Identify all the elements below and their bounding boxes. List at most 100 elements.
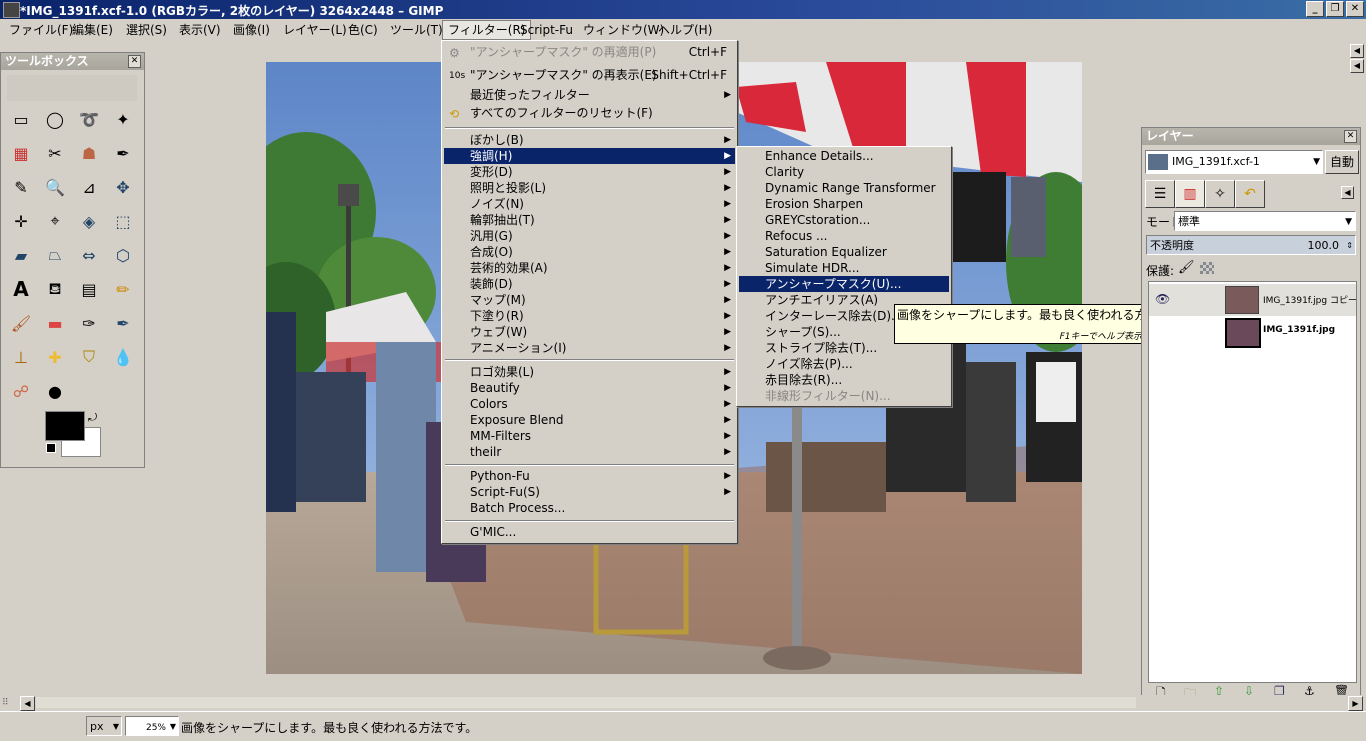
scroll-left-icon[interactable]: ◀ <box>20 696 35 711</box>
refocus-item[interactable]: Refocus ... <box>739 228 949 244</box>
distorts-menu-item[interactable]: 変形(D) ▶ <box>444 164 735 180</box>
blur-icon[interactable]: 💧 <box>111 345 135 369</box>
menu-layer[interactable]: レイヤー(L) <box>278 22 352 38</box>
default-colors-icon[interactable] <box>46 443 56 453</box>
opacity-slider[interactable]: 不透明度 100.0 ⇕ <box>1146 235 1356 255</box>
combine-menu-item[interactable]: 合成(O) ▶ <box>444 244 735 260</box>
menu-select[interactable]: 選択(S) <box>121 22 172 38</box>
swap-colors-icon[interactable]: ⤾ <box>88 411 97 425</box>
unit-dropdown[interactable]: px ▼ <box>86 716 122 736</box>
rotate-icon[interactable]: ◈ <box>77 209 101 233</box>
menu-color[interactable]: 色(C) <box>343 22 383 38</box>
paintbrush-icon[interactable]: 🖌 <box>9 311 33 335</box>
edge-detect-menu-item[interactable]: 輪郭抽出(T) ▶ <box>444 212 735 228</box>
cage-transform-icon[interactable]: ⬡ <box>111 243 135 267</box>
scroll-right-icon[interactable]: ▶ <box>1348 696 1363 711</box>
simulate-hdr-item[interactable]: Simulate HDR... <box>739 260 949 276</box>
channels-tab-icon[interactable]: ▥ <box>1175 180 1205 208</box>
greycstoration-item[interactable]: GREYCstoration... <box>739 212 949 228</box>
tab-menu-icon[interactable]: ◀ <box>1341 186 1354 199</box>
airbrush-icon[interactable]: ✑ <box>77 311 101 335</box>
paths-icon[interactable]: ✒ <box>111 141 135 165</box>
exposure-blend-menu-item[interactable]: Exposure Blend ▶ <box>444 412 735 428</box>
menu-view[interactable]: 表示(V) <box>174 22 226 38</box>
animation-menu-item[interactable]: アニメーション(I) ▶ <box>444 340 735 356</box>
nonlinear-filter-item[interactable]: 非線形フィルター(N)... <box>739 388 949 404</box>
reset-filters-item[interactable]: ⟲ すべてのフィルターのリセット(F) <box>444 105 735 121</box>
despeckle-item[interactable]: ノイズ除去(P)... <box>739 356 949 372</box>
image-select-dropdown[interactable]: IMG_1391f.xcf-1 ▼ <box>1145 150 1323 174</box>
mm-filters-menu-item[interactable]: MM-Filters ▶ <box>444 428 735 444</box>
blend-icon[interactable]: ▤ <box>77 277 101 301</box>
vertical-scroll-top[interactable]: ◀ ◀ <box>1350 44 1364 73</box>
move-icon[interactable]: ✥ <box>111 175 135 199</box>
clone-icon[interactable]: ⊥ <box>9 345 33 369</box>
layer-row[interactable]: 👁 IMG_1391f.jpg コピー <box>1149 284 1357 316</box>
navigate-icon[interactable]: ⠿ <box>2 698 9 708</box>
ellipse-select-icon[interactable]: ◯ <box>43 107 67 131</box>
perspective-icon[interactable]: ⏢ <box>43 243 67 267</box>
map-menu-item[interactable]: マップ(M) ▶ <box>444 292 735 308</box>
close-button[interactable]: ✕ <box>1346 1 1364 17</box>
pencil-icon[interactable]: ✏ <box>111 277 135 301</box>
minimize-button[interactable]: _ <box>1306 1 1324 17</box>
scale-icon[interactable]: ⬚ <box>111 209 135 233</box>
python-fu-menu-item[interactable]: Python-Fu ▶ <box>444 468 735 484</box>
generic-menu-item[interactable]: 汎用(G) ▶ <box>444 228 735 244</box>
foreground-select-icon[interactable]: ☗ <box>77 141 101 165</box>
reapply-filter-item[interactable]: ⚙ "アンシャープマスク" の再適用(P) Ctrl+F <box>444 44 735 60</box>
color-picker-icon[interactable]: ✎ <box>9 175 33 199</box>
dodge-burn-icon[interactable]: ● <box>43 379 67 403</box>
artistic-menu-item[interactable]: 芸術的効果(A) ▶ <box>444 260 735 276</box>
spin-icon[interactable]: ⇕ <box>1346 236 1353 254</box>
recent-filters-item[interactable]: 最近使ったフィルター ▶ <box>444 87 735 103</box>
scroll-up-icon[interactable]: ◀ <box>1350 44 1364 58</box>
restore-button[interactable]: ❐ <box>1326 1 1344 17</box>
measure-icon[interactable]: ⊿ <box>77 175 101 199</box>
unsharp-mask-item[interactable]: アンシャープマスク(U)... <box>739 276 949 292</box>
web-menu-item[interactable]: ウェブ(W) ▶ <box>444 324 735 340</box>
bucket-fill-icon[interactable]: ⛾ <box>43 277 67 301</box>
zoom-icon[interactable]: 🔍 <box>43 175 67 199</box>
shear-icon[interactable]: ▰ <box>9 243 33 267</box>
noise-menu-item[interactable]: ノイズ(N) ▶ <box>444 196 735 212</box>
erosion-sharpen-item[interactable]: Erosion Sharpen <box>739 196 949 212</box>
colors-menu-item[interactable]: Colors ▶ <box>444 396 735 412</box>
batch-process-menu-item[interactable]: Batch Process... <box>444 500 735 516</box>
perspective-clone-icon[interactable]: ⛉ <box>77 345 101 369</box>
menu-help[interactable]: ヘルプ(H) <box>653 22 717 38</box>
crop-icon[interactable]: ⌖ <box>43 209 67 233</box>
light-shadow-menu-item[interactable]: 照明と投影(L) ▶ <box>444 180 735 196</box>
app-icon[interactable] <box>3 2 20 18</box>
menu-edit[interactable]: 編集(E) <box>67 22 118 38</box>
scroll-track[interactable] <box>36 697 1136 708</box>
flip-icon[interactable]: ⇔ <box>77 243 101 267</box>
script-fu-menu-item[interactable]: Script-Fu(S) ▶ <box>444 484 735 500</box>
layers-close-icon[interactable]: ✕ <box>1344 130 1357 143</box>
render-menu-item[interactable]: 下塗り(R) ▶ <box>444 308 735 324</box>
smudge-icon[interactable]: ☍ <box>9 379 33 403</box>
menu-image[interactable]: 画像(I) <box>228 22 275 38</box>
enhance-details-item[interactable]: Enhance Details... <box>739 148 949 164</box>
undo-tab-icon[interactable]: ↶ <box>1235 180 1265 208</box>
logo-menu-item[interactable]: ロゴ効果(L) ▶ <box>444 364 735 380</box>
color-select-icon[interactable]: ▦ <box>9 141 33 165</box>
theilr-menu-item[interactable]: theilr ▶ <box>444 444 735 460</box>
align-icon[interactable]: ✛ <box>9 209 33 233</box>
clarity-item[interactable]: Clarity <box>739 164 949 180</box>
eraser-icon[interactable]: ▬ <box>43 311 67 335</box>
red-eye-removal-item[interactable]: 赤目除去(R)... <box>739 372 949 388</box>
enhance-menu-item[interactable]: 強調(H) ▶ <box>444 148 735 164</box>
layer-row[interactable]: IMG_1391f.jpg <box>1149 316 1356 348</box>
text-icon[interactable]: A <box>9 277 33 301</box>
menu-tools[interactable]: ツール(T) <box>385 22 448 38</box>
reshow-filter-item[interactable]: 10s "アンシャープマスク" の再表示(E) Shift+Ctrl+F <box>444 67 735 83</box>
scroll-right-icon[interactable]: ◀ <box>1350 59 1364 73</box>
saturation-equalizer-item[interactable]: Saturation Equalizer <box>739 244 949 260</box>
ink-icon[interactable]: ✒ <box>111 311 135 335</box>
dynamic-range-item[interactable]: Dynamic Range Transformer <box>739 180 949 196</box>
lock-pixels-icon[interactable]: 🖌 <box>1178 260 1195 275</box>
layer-name[interactable]: IMG_1391f.jpg <box>1263 325 1335 335</box>
rect-select-icon[interactable]: ▭ <box>9 107 33 131</box>
beautify-menu-item[interactable]: Beautify ▶ <box>444 380 735 396</box>
